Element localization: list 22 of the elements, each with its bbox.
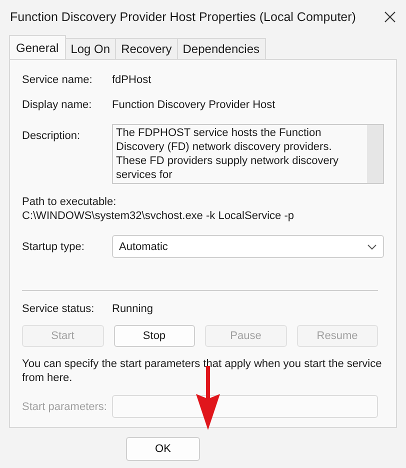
field-label: Description: [22, 130, 82, 142]
field-label: Service name: [22, 74, 94, 86]
window-title: Function Discovery Provider Host Properties (Local Computer) [10, 10, 356, 24]
path-value: C:\WINDOWS\system32\svchost.exe -k LocalService -p [22, 210, 296, 222]
status-value: Running [112, 303, 154, 315]
tab[interactable]: Dependencies [176, 38, 266, 59]
startup-type-dropdown[interactable]: Automatic [112, 235, 384, 258]
field-label: Path to executable: [22, 196, 118, 208]
start-parameters-field[interactable] [112, 395, 378, 418]
field-label: Startup type: [22, 240, 86, 252]
field-label: Service status: [22, 303, 96, 315]
close-icon[interactable] [384, 11, 396, 23]
hint-text: You can specify the start parameters that apply when you start the service from here. [22, 357, 383, 385]
tab[interactable]: General [9, 35, 66, 59]
field-value: fdPHost [112, 74, 152, 86]
field-label: Display name: [22, 99, 93, 111]
description-box[interactable]: The FDPHOST service hosts the Function Discovery (FD) network discovery providers. These FD providers supply network discovery services for [112, 124, 384, 184]
field-value: Function Discovery Provider Host [112, 99, 276, 111]
ok-button[interactable]: OK [126, 437, 200, 461]
chevron-down-icon [367, 244, 377, 250]
field-label: Start parameters: [22, 400, 108, 412]
service-button[interactable]: Stop [114, 325, 195, 347]
